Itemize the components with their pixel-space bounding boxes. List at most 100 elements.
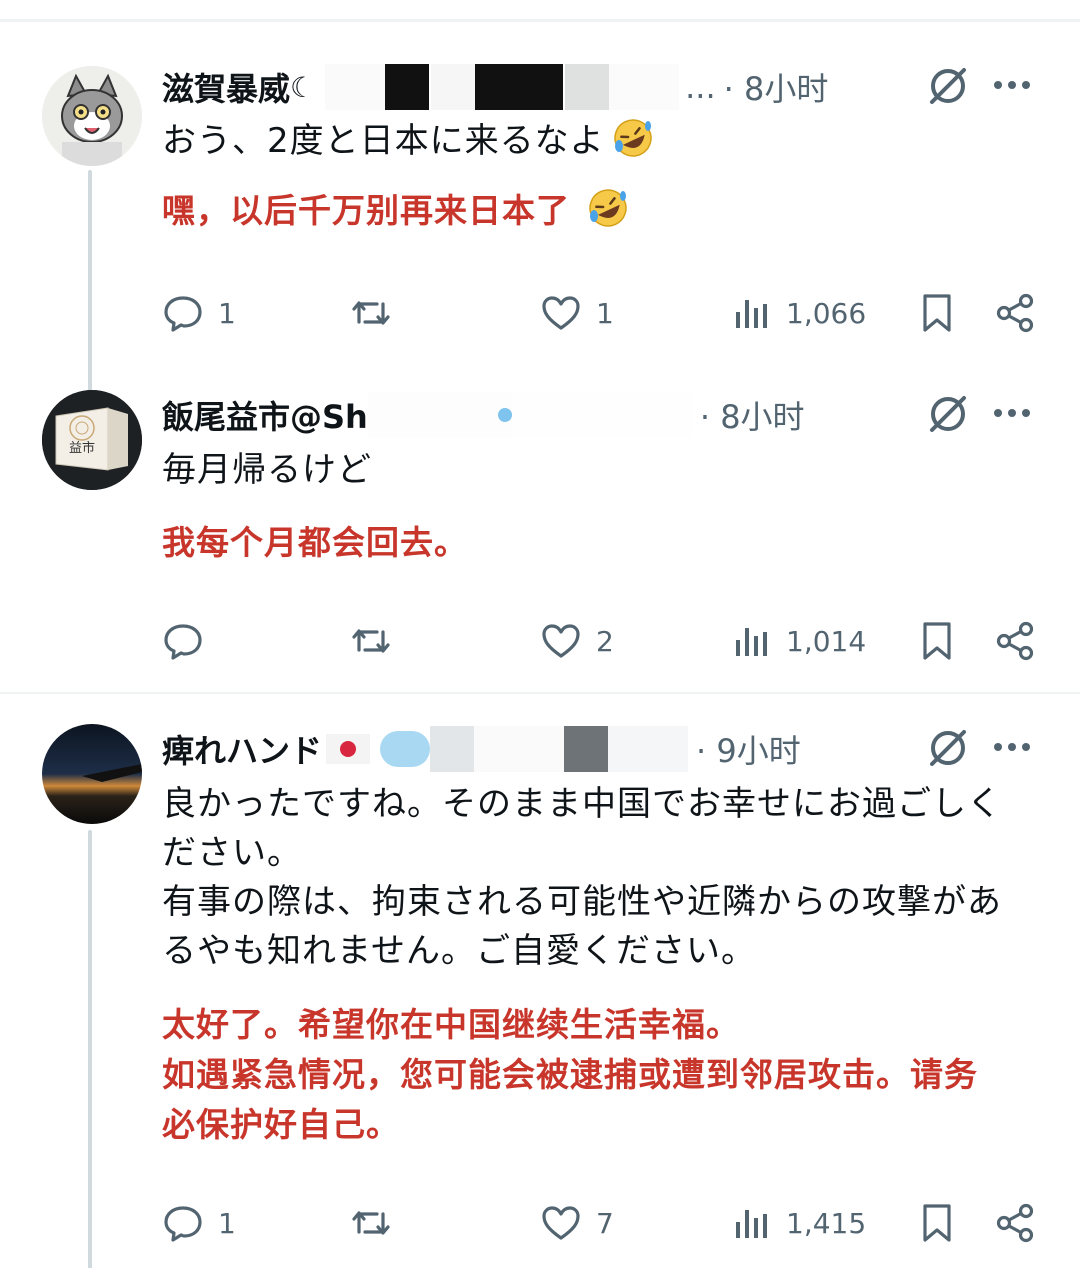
redacted-handle: [431, 64, 476, 110]
tweet-2[interactable]: 益市 飯尾益市@Sh · 8小时 毎月帰るけど 我每个月都会回去。 2 1,01…: [0, 388, 1080, 688]
display-name[interactable]: 滋賀暴威: [162, 64, 290, 110]
reply-count: 1: [218, 296, 236, 330]
more-icon[interactable]: [990, 68, 1034, 102]
handle-ellipsis: ...: [685, 68, 716, 106]
redacted-handle: [609, 64, 680, 110]
tweet-separator: [0, 692, 1080, 694]
timestamp[interactable]: · 8小时: [700, 392, 805, 438]
retweet-icon: [352, 629, 390, 653]
share-button[interactable]: [994, 288, 1036, 338]
share-icon: [996, 293, 1034, 333]
more-icon[interactable]: [990, 730, 1034, 764]
redacted-handle: [385, 64, 430, 110]
display-name[interactable]: 飯尾益市@Sh: [162, 392, 368, 438]
retweet-icon: [352, 301, 390, 325]
views-button[interactable]: 1,014: [730, 616, 866, 666]
translation-line: 嘿，以后千万别再来日本了: [162, 191, 570, 230]
like-icon: [542, 296, 580, 330]
redacted-handle: [325, 64, 386, 110]
tweet-1[interactable]: 滋賀暴威 ☾ ... · 8小时 おう、2度と日本に来るなよ 嘿，以后千万别再来…: [0, 60, 1080, 440]
translation-line: 必保护好自己。: [162, 1105, 400, 1144]
redacted-handle: [497, 408, 512, 422]
like-count: 1: [596, 296, 614, 330]
share-button[interactable]: [994, 1198, 1036, 1248]
retweet-button[interactable]: [350, 1198, 392, 1248]
redacted-handle: [475, 64, 564, 110]
japan-flag-icon: [326, 734, 371, 764]
views-icon: [736, 1210, 767, 1238]
shop-sign-avatar-image: 益市: [42, 390, 142, 490]
like-button[interactable]: 2: [540, 616, 614, 666]
sunset-avatar-image: [42, 724, 142, 824]
display-name[interactable]: 痺れハンド: [162, 726, 322, 772]
bookmark-icon: [923, 622, 951, 660]
redacted-handle: [564, 726, 609, 772]
like-count: 2: [596, 624, 614, 658]
thread-line: [88, 830, 92, 1268]
tweet-text: 毎月帰るけど: [162, 446, 1052, 495]
bookmark-button[interactable]: [916, 1198, 958, 1248]
tweet-text-line: おう、2度と日本に来るなよ: [162, 121, 605, 161]
avatar-cat[interactable]: [42, 66, 142, 166]
tweet-text: おう、2度と日本に来るなよ: [162, 116, 1052, 166]
tweet-text: 良かったですね。そのまま中国でお幸せにお過ごしく ださい。 有事の際は、拘束され…: [162, 780, 1052, 976]
views-button[interactable]: 1,415: [730, 1198, 866, 1248]
tweet-text-line: るやも知れません。ご自愛ください。: [162, 931, 756, 971]
translation-text: 嘿，以后千万别再来日本了: [162, 186, 1052, 236]
tweet-text-line: ださい。: [162, 833, 302, 873]
grok-icon[interactable]: [926, 726, 970, 770]
views-count: 1,066: [786, 296, 867, 330]
moon-glyph: ☾: [290, 70, 316, 104]
reply-button[interactable]: [162, 616, 204, 666]
top-divider: [0, 0, 1080, 22]
avatar-shop-sign[interactable]: 益市: [42, 390, 142, 490]
views-count: 1,415: [786, 1206, 867, 1240]
redacted-handle: [608, 726, 689, 772]
reply-button[interactable]: 1: [162, 288, 236, 338]
tweet-text-line: 有事の際は、拘束される可能性や近隣からの攻撃があ: [162, 882, 1002, 922]
reply-count: 1: [218, 1206, 236, 1240]
reply-icon: [164, 624, 202, 660]
retweet-button[interactable]: [350, 616, 392, 666]
avatar-sunset-wing[interactable]: [42, 724, 142, 824]
reply-button[interactable]: 1: [162, 1198, 236, 1248]
views-button[interactable]: 1,066: [730, 288, 866, 338]
bookmark-button[interactable]: [916, 288, 958, 338]
share-button[interactable]: [994, 616, 1036, 666]
translation-text: 我每个月都会回去。: [162, 518, 1052, 568]
action-bar: 2 1,014: [162, 616, 1042, 666]
redacted-handle: [565, 64, 610, 110]
rofl-emoji: [613, 119, 652, 157]
action-bar: 1 7 1,415: [162, 1198, 1042, 1248]
rofl-emoji: [589, 189, 627, 227]
redacted-handle: [474, 726, 565, 772]
like-button[interactable]: 7: [540, 1198, 614, 1248]
tweet-3[interactable]: 痺れハンド · 9小时 良かったですね。そのまま中国でお幸せにお過ごしく ださい…: [0, 722, 1080, 1268]
share-icon: [996, 621, 1034, 661]
views-icon: [736, 628, 767, 656]
grok-icon[interactable]: [926, 392, 970, 436]
bookmark-icon: [923, 1204, 951, 1242]
share-icon: [996, 1203, 1034, 1243]
reply-icon: [164, 296, 202, 332]
timestamp[interactable]: · 8小时: [724, 64, 829, 110]
retweet-icon: [352, 1211, 390, 1235]
like-button[interactable]: 1: [540, 288, 614, 338]
cat-avatar-image: [42, 66, 142, 166]
retweet-button[interactable]: [350, 288, 392, 338]
tweet-text-line: 毎月帰るけど: [162, 450, 372, 490]
views-icon: [736, 300, 767, 328]
like-count: 7: [596, 1206, 614, 1240]
action-bar: 1 1 1,066: [162, 288, 1042, 338]
timestamp[interactable]: · 9小时: [696, 726, 801, 772]
more-icon[interactable]: [990, 396, 1034, 430]
translation-line: 太好了。希望你在中国继续生活幸福。: [162, 1005, 740, 1044]
bookmark-button[interactable]: [916, 616, 958, 666]
tweet-text-line: 良かったですね。そのまま中国でお幸せにお過ごしく: [162, 784, 1002, 824]
like-icon: [542, 1206, 580, 1240]
translation-line: 如遇紧急情况，您可能会被逮捕或遭到邻居攻击。请务: [162, 1055, 978, 1094]
translation-text: 太好了。希望你在中国继续生活幸福。 如遇紧急情况，您可能会被逮捕或遭到邻居攻击。…: [162, 1000, 1052, 1150]
bookmark-icon: [923, 294, 951, 332]
grok-icon[interactable]: [926, 64, 970, 108]
redacted-handle: [430, 726, 475, 772]
